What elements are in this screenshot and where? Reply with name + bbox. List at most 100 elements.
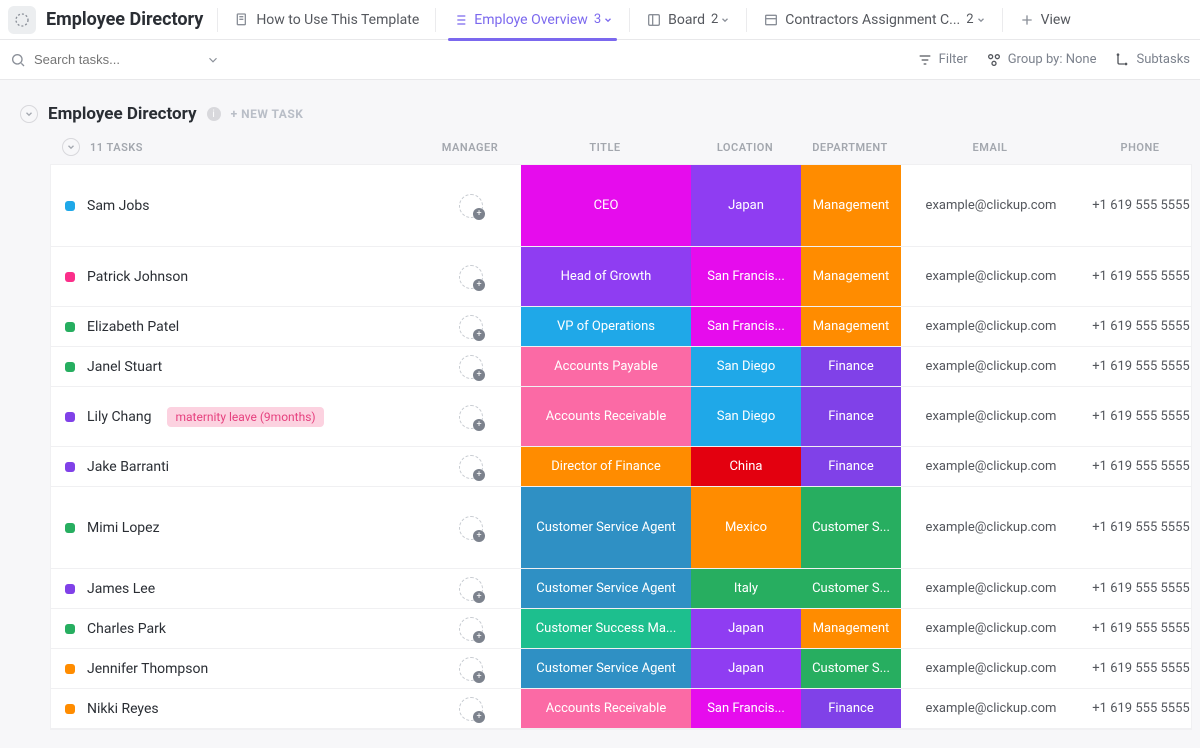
loc-pill[interactable]: San Francis... (691, 247, 801, 306)
title-pill[interactable]: Accounts Payable (521, 347, 691, 386)
email-cell[interactable]: example@clickup.com (901, 689, 1081, 728)
loc-pill[interactable]: Japan (691, 165, 801, 246)
name-cell[interactable]: Sam Jobs (51, 165, 421, 246)
tab-contractors[interactable]: Contractors Assignment C... 2 (751, 0, 997, 40)
email-cell[interactable]: example@clickup.com (901, 307, 1081, 346)
email-cell[interactable]: example@clickup.com (901, 487, 1081, 568)
phone-cell[interactable]: +1 619 555 5555 (1081, 609, 1200, 648)
filter-button[interactable]: Filter (917, 52, 968, 68)
dept-pill[interactable]: Finance (801, 447, 901, 486)
table-row[interactable]: Mimi Lopez Customer Service AgentMexicoCu… (51, 487, 1191, 569)
manager-cell[interactable] (421, 569, 521, 608)
email-cell[interactable]: example@clickup.com (901, 347, 1081, 386)
tab-board[interactable]: Board 2 (634, 0, 742, 40)
table-row[interactable]: Sam Jobs CEOJapanManagementexample@clicku… (51, 165, 1191, 247)
app-icon[interactable] (8, 6, 36, 34)
dept-pill[interactable]: Finance (801, 347, 901, 386)
phone-cell[interactable]: +1 619 555 5555 (1081, 569, 1200, 608)
table-row[interactable]: Charles ParkCustomer Success Ma...JapanM… (51, 609, 1191, 649)
manager-cell[interactable] (421, 487, 521, 568)
assign-manager-icon[interactable] (459, 405, 483, 429)
dept-pill[interactable]: Customer S... (801, 649, 901, 688)
assign-manager-icon[interactable] (459, 697, 483, 721)
col-email[interactable]: EMAIL (900, 141, 1080, 154)
manager-cell[interactable] (421, 649, 521, 688)
table-row[interactable]: Janel Stuart Accounts PayableSan DiegoFin… (51, 347, 1191, 387)
dept-pill[interactable]: Finance (801, 689, 901, 728)
title-pill[interactable]: Head of Growth (521, 247, 691, 306)
col-location[interactable]: LOCATION (690, 141, 800, 154)
title-pill[interactable]: Director of Finance (521, 447, 691, 486)
info-icon[interactable]: i (207, 107, 221, 121)
loc-pill[interactable]: China (691, 447, 801, 486)
name-cell[interactable]: Mimi Lopez (51, 487, 421, 568)
name-cell[interactable]: Nikki Reyes (51, 689, 421, 728)
table-row[interactable]: Jennifer Thompson Customer Service AgentJ… (51, 649, 1191, 689)
manager-cell[interactable] (421, 447, 521, 486)
assign-manager-icon[interactable] (459, 315, 483, 339)
name-cell[interactable]: Jennifer Thompson (51, 649, 421, 688)
manager-cell[interactable] (421, 347, 521, 386)
name-cell[interactable]: Jake Barranti (51, 447, 421, 486)
assign-manager-icon[interactable] (459, 265, 483, 289)
search-box[interactable] (10, 52, 220, 68)
loc-pill[interactable]: San Diego (691, 387, 801, 446)
name-cell[interactable]: Janel Stuart (51, 347, 421, 386)
phone-cell[interactable]: +1 619 555 5555 (1081, 689, 1200, 728)
email-cell[interactable]: example@clickup.com (901, 387, 1081, 446)
dept-pill[interactable]: Management (801, 247, 901, 306)
assign-manager-icon[interactable] (459, 455, 483, 479)
title-pill[interactable]: Customer Service Agent (521, 487, 691, 568)
email-cell[interactable]: example@clickup.com (901, 609, 1081, 648)
title-pill[interactable]: Customer Success Ma... (521, 609, 691, 648)
loc-pill[interactable]: San Diego (691, 347, 801, 386)
manager-cell[interactable] (421, 387, 521, 446)
dept-pill[interactable]: Customer S... (801, 569, 901, 608)
name-cell[interactable]: Patrick Johnson (51, 247, 421, 306)
email-cell[interactable]: example@clickup.com (901, 649, 1081, 688)
phone-cell[interactable]: +1 619 555 5555 (1081, 247, 1200, 306)
dept-pill[interactable]: Management (801, 165, 901, 246)
loc-pill[interactable]: Japan (691, 649, 801, 688)
name-cell[interactable]: Elizabeth Patel (51, 307, 421, 346)
table-row[interactable]: Jake Barranti Director of FinanceChinaFin… (51, 447, 1191, 487)
tab-employee-overview[interactable]: Employe Overview 3 (440, 0, 625, 40)
email-cell[interactable]: example@clickup.com (901, 165, 1081, 246)
name-cell[interactable]: James Lee (51, 569, 421, 608)
phone-cell[interactable]: +1 619 555 5555 (1081, 649, 1200, 688)
dept-pill[interactable]: Customer S... (801, 487, 901, 568)
manager-cell[interactable] (421, 609, 521, 648)
manager-cell[interactable] (421, 307, 521, 346)
manager-cell[interactable] (421, 689, 521, 728)
phone-cell[interactable]: +1 619 555 5555 (1081, 307, 1200, 346)
phone-cell[interactable]: +1 619 555 5555 (1081, 387, 1200, 446)
subtasks-button[interactable]: Subtasks (1114, 52, 1190, 68)
email-cell[interactable]: example@clickup.com (901, 447, 1081, 486)
table-row[interactable]: James Lee Customer Service AgentItalyCust… (51, 569, 1191, 609)
manager-cell[interactable] (421, 165, 521, 246)
title-pill[interactable]: Accounts Receivable (521, 387, 691, 446)
table-row[interactable]: Elizabeth PatelVP of OperationsSan Franc… (51, 307, 1191, 347)
groupby-button[interactable]: Group by: None (986, 52, 1097, 68)
phone-cell[interactable]: +1 619 555 5555 (1081, 487, 1200, 568)
col-title[interactable]: TITLE (520, 141, 690, 154)
tab-howto[interactable]: How to Use This Template (222, 0, 431, 40)
loc-pill[interactable]: San Francis... (691, 689, 801, 728)
new-task-button[interactable]: + NEW TASK (231, 107, 304, 121)
title-pill[interactable]: Customer Service Agent (521, 569, 691, 608)
phone-cell[interactable]: +1 619 555 5555 (1081, 447, 1200, 486)
assign-manager-icon[interactable] (459, 657, 483, 681)
add-view-button[interactable]: View (1007, 0, 1083, 40)
title-pill[interactable]: Customer Service Agent (521, 649, 691, 688)
table-row[interactable]: Nikki ReyesAccounts ReceivableSan Franci… (51, 689, 1191, 729)
expand-toggle[interactable] (62, 138, 80, 156)
loc-pill[interactable]: Mexico (691, 487, 801, 568)
assign-manager-icon[interactable] (459, 617, 483, 641)
title-pill[interactable]: CEO (521, 165, 691, 246)
name-cell[interactable]: Lily Changmaternity leave (9months) (51, 387, 421, 446)
loc-pill[interactable]: Italy (691, 569, 801, 608)
dept-pill[interactable]: Management (801, 609, 901, 648)
collapse-toggle[interactable] (20, 105, 38, 123)
assign-manager-icon[interactable] (459, 577, 483, 601)
assign-manager-icon[interactable] (459, 516, 483, 540)
